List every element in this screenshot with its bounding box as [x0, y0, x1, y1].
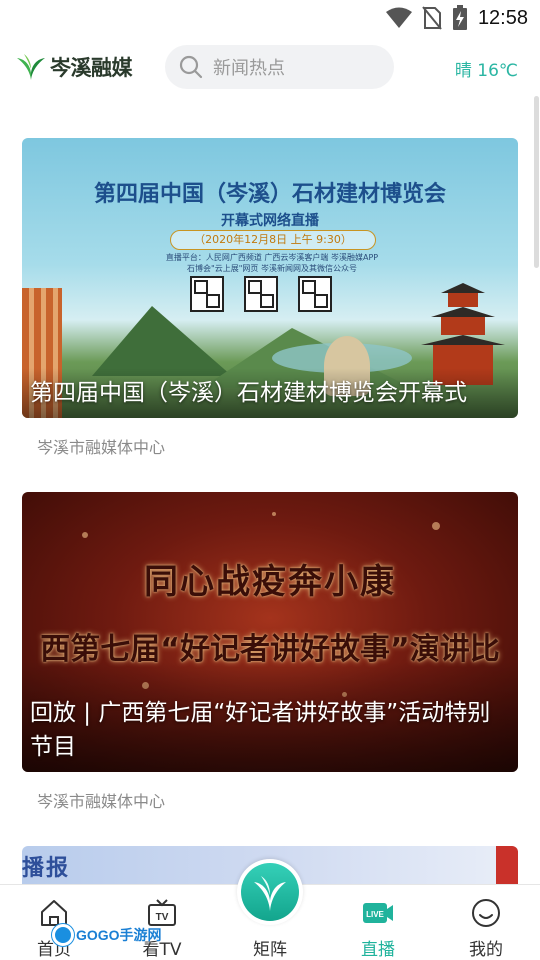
qr-code-icon	[190, 276, 224, 312]
no-sim-icon	[422, 6, 442, 30]
svg-text:LIVE: LIVE	[366, 910, 384, 919]
nav-item-live[interactable]: LIVE 直播	[324, 885, 432, 960]
logo-text: 岑溪融媒	[50, 56, 133, 80]
logo-leaf-icon	[17, 54, 45, 80]
matrix-center-button[interactable]	[237, 859, 303, 925]
news-card-source: 岑溪市融媒体中心	[37, 792, 166, 811]
poster-platform-line: 石博会"云上展"网页 岑溪新闻网及其微信公众号	[187, 264, 357, 273]
nav-item-tv[interactable]: TV 看TV	[108, 885, 216, 960]
search-placeholder: 新闻热点	[213, 58, 285, 79]
search-icon	[179, 55, 203, 79]
watermark: GOGO手游网	[52, 924, 162, 946]
news-card[interactable]: 同心战疫奔小康 西第七届“好记者讲好故事”演讲比 回放 | 广西第七届“好记者讲…	[22, 492, 518, 812]
poster-platform-line: 直播平台：人民网广西频道 广西云岑溪客户端 岑溪融媒APP	[165, 253, 379, 262]
matrix-logo-icon	[254, 876, 286, 911]
weather-label[interactable]: 晴 16℃	[455, 56, 518, 81]
nav-label: 我的	[469, 940, 503, 960]
svg-text:TV: TV	[156, 912, 169, 923]
news-feed[interactable]: 第四届中国（岑溪）石材建材博览会 开幕式网络直播 （2020年12月8日 上午 …	[0, 96, 540, 886]
watermark-logo-icon	[52, 924, 74, 946]
app-header: 岑溪融媒 新闻热点 晴 16℃	[0, 40, 540, 96]
wifi-icon	[385, 7, 412, 28]
news-card-image[interactable]: 第四届中国（岑溪）石材建材博览会 开幕式网络直播 （2020年12月8日 上午 …	[22, 138, 518, 418]
watermark-text: GOGO手游网	[76, 927, 162, 943]
nav-item-matrix[interactable]: 矩阵	[216, 859, 324, 960]
bottom-nav: 首页 TV 看TV 矩阵 LIVE 直播 我的	[0, 859, 540, 960]
battery-charging-icon	[452, 5, 467, 30]
nav-label: 直播	[361, 940, 395, 960]
poster-headline: 第四届中国（岑溪）石材建材博览会	[93, 182, 446, 207]
stage-headline: 同心战疫奔小康	[144, 562, 396, 602]
news-card-title[interactable]: 第四届中国（岑溪）石材建材博览会开幕式	[30, 376, 510, 410]
news-card-image[interactable]: 同心战疫奔小康 西第七届“好记者讲好故事”演讲比 回放 | 广西第七届“好记者讲…	[22, 492, 518, 772]
smiley-icon	[472, 899, 500, 927]
status-time: 12:58	[477, 6, 528, 29]
news-card-title[interactable]: 回放 | 广西第七届“好记者讲好故事”活动特别节目	[30, 696, 510, 764]
app-logo[interactable]: 岑溪融媒	[16, 52, 133, 82]
nav-label: 矩阵	[253, 940, 287, 960]
poster-date: （2020年12月8日 上午 9:30）	[170, 230, 376, 250]
news-card-source: 岑溪市融媒体中心	[37, 438, 166, 457]
poster-subheading: 开幕式网络直播	[221, 213, 319, 229]
qr-code-icon	[298, 276, 332, 312]
nav-item-profile[interactable]: 我的	[432, 885, 540, 960]
news-card-peek-text: 播报	[22, 856, 71, 881]
poster-platforms: 直播平台：人民网广西频道 广西云岑溪客户端 岑溪融媒APP 石博会"云上展"网页…	[142, 252, 402, 274]
qr-code-icon	[244, 276, 278, 312]
live-icon: LIVE	[363, 903, 393, 923]
news-card[interactable]: 第四届中国（岑溪）石材建材博览会 开幕式网络直播 （2020年12月8日 上午 …	[22, 138, 518, 458]
search-bar[interactable]: 新闻热点	[165, 45, 394, 89]
status-bar: 12:58	[0, 0, 540, 36]
nav-item-home[interactable]: 首页	[0, 885, 108, 960]
